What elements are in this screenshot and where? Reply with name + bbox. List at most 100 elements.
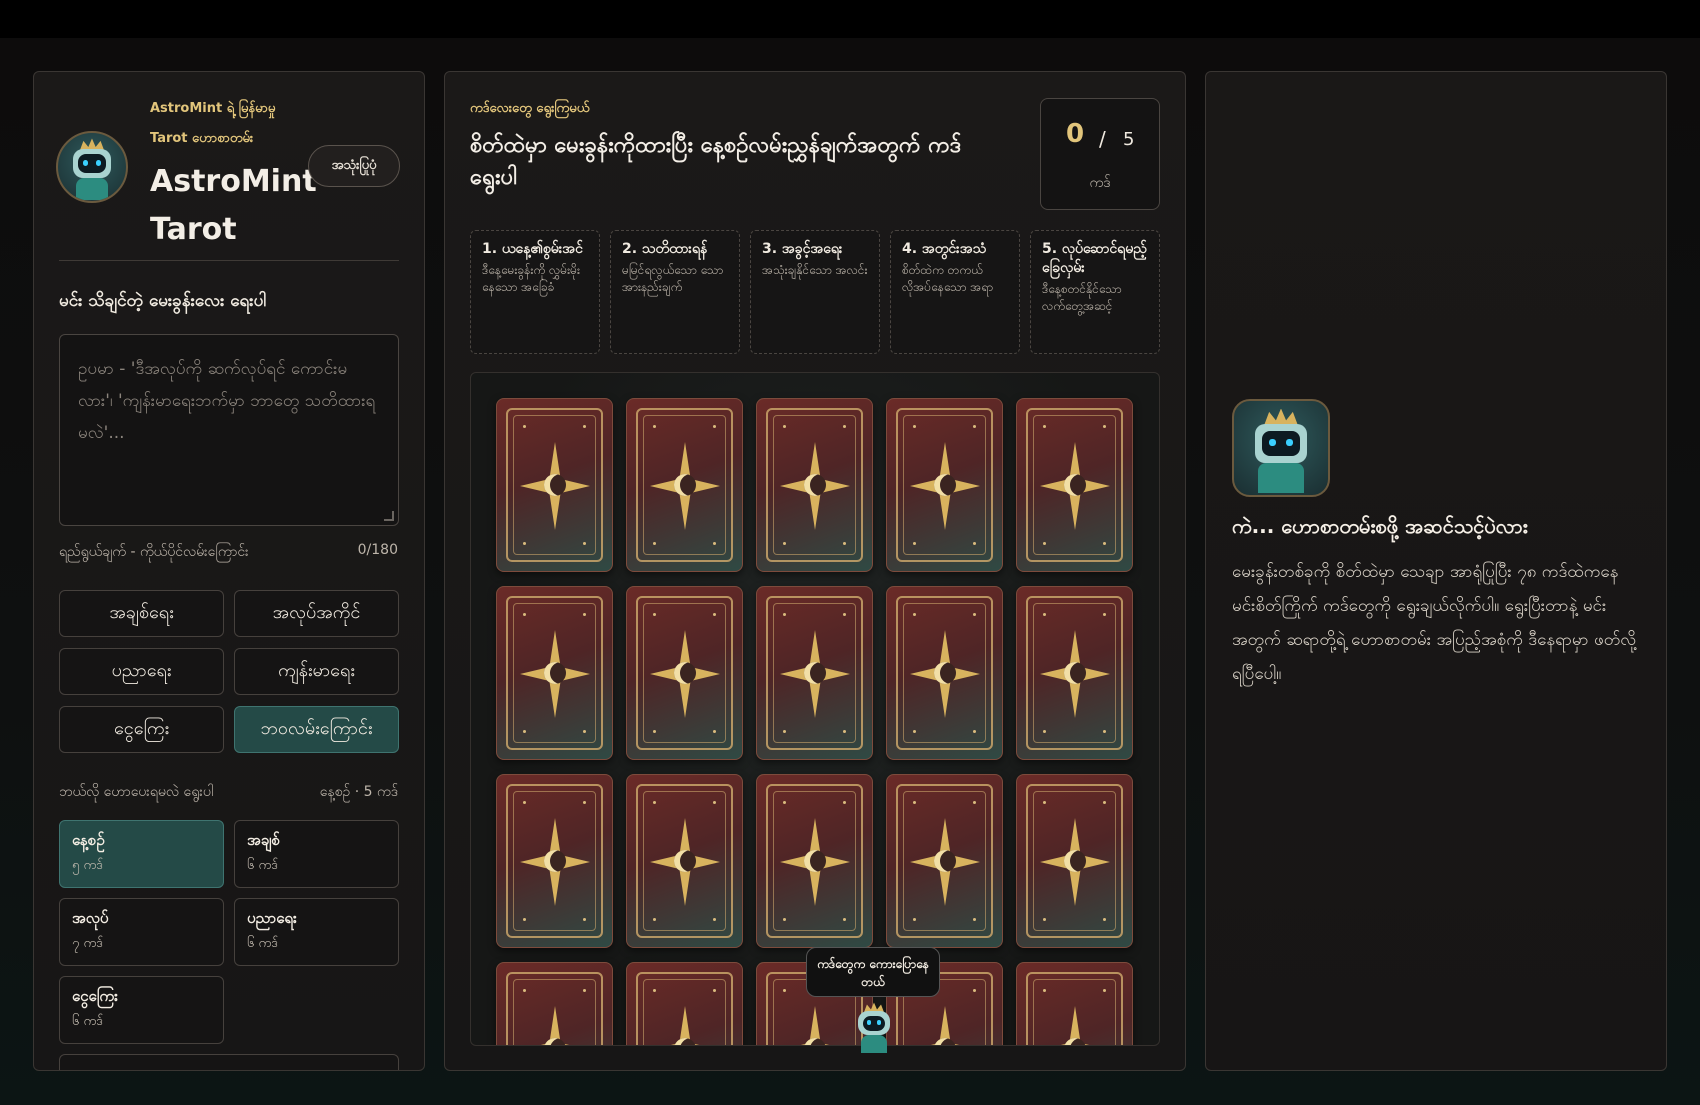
tarot-card-back[interactable]	[496, 398, 613, 572]
spread-count: ၆ ကဒ်	[72, 1014, 103, 1029]
guide-button[interactable]: အသုံးပြုပုံ	[308, 145, 400, 187]
question-label: မင်း သိချင်တဲ့ မေးခွန်းလေး ရေးပါ	[59, 291, 267, 311]
moon-icon	[804, 850, 826, 872]
moon-icon	[934, 850, 956, 872]
topic-button[interactable]: အချစ်ရေး	[59, 590, 224, 637]
tarot-card-back[interactable]	[756, 586, 873, 760]
position-description: စိတ်ထဲက တကယ် လိုအပ်နေသော အရာ	[902, 263, 994, 294]
tarot-card-back[interactable]	[626, 774, 743, 948]
reading-body: မေးခွန်းတစ်ခုကို စိတ်ထဲမှာ သေချာ အာရုံပြ…	[1232, 562, 1637, 684]
spread-name: နေ့စဉ်	[72, 831, 105, 849]
reading-panel: ကဲ... ဟောစာတမ်းစဖို့ အဆင်သင့်ပဲလား မေးခွ…	[1205, 71, 1667, 1071]
tarot-card-back[interactable]	[756, 774, 873, 948]
brand-title: AstroMint Tarot	[150, 164, 317, 247]
spread-count: ၆ ကဒ်	[247, 936, 278, 951]
question-placeholder: ဥပမာ - 'ဒီအလုပ်ကို ဆက်လုပ်ရင် ကောင်းမလား…	[78, 359, 376, 443]
spread-summary: နေ့စဉ် · 5 ကဒ်	[319, 784, 398, 800]
spread-count: ၆ ကဒ်	[247, 858, 278, 873]
spread-option[interactable]: အချစ်၆ ကဒ်	[234, 820, 399, 888]
spread-option[interactable]: ငွေကြေး၆ ကဒ်	[59, 976, 224, 1044]
topic-button[interactable]: အလုပ်အကိုင်	[234, 590, 399, 637]
count-unit: ကဒ်	[1089, 175, 1111, 191]
count-separator: /	[1099, 127, 1106, 151]
tarot-card-back[interactable]	[626, 962, 743, 1045]
moon-icon	[544, 474, 566, 496]
robot-head-icon	[1254, 423, 1308, 464]
position-description: မမြင်ရလွယ်သော သော အားနည်းချက်	[622, 263, 724, 294]
moon-icon	[544, 850, 566, 872]
topic-button[interactable]: ပညာရေး	[59, 648, 224, 695]
topic-button[interactable]: ဘဝလမ်းကြောင်း	[234, 706, 399, 753]
tarot-card-back[interactable]	[1016, 962, 1133, 1045]
astromint-avatar	[56, 131, 128, 203]
partial-option[interactable]	[59, 1054, 399, 1070]
crown-icon	[1264, 408, 1298, 426]
moon-icon	[674, 662, 696, 684]
spread-position: 5. လုပ်ဆောင်ရမည့်ခြေလှမ်းဒီနေ့စတင်နိုင်သ…	[1030, 230, 1160, 354]
resize-handle[interactable]	[384, 511, 394, 521]
question-panel: AstroMint ရဲ့ မြန်မာမှု Tarot ဟောစာတမ်း …	[33, 71, 425, 1071]
tarot-card-back[interactable]	[496, 586, 613, 760]
brand-subtitle-line1: AstroMint ရဲ့ မြန်မာမှု	[150, 101, 276, 116]
position-title: 5. လုပ်ဆောင်ရမည့်ခြေလှမ်း	[1042, 241, 1147, 276]
spread-position: 2. သတိထားရန်မမြင်ရလွယ်သော သော အားနည်းချက…	[610, 230, 740, 354]
robot-head-icon	[72, 149, 112, 178]
spread-count: ၅ ကဒ်	[72, 858, 103, 873]
total-count: 5	[1123, 129, 1135, 150]
reading-title: ကဲ... ဟောစာတမ်းစဖို့ အဆင်သင့်ပဲလား	[1232, 514, 1528, 538]
brand-subtitle-line2: Tarot ဟောစာတမ်း	[150, 131, 254, 146]
tarot-card-back[interactable]	[626, 398, 743, 572]
selected-count: 0	[1066, 119, 1085, 149]
char-count: 0/180	[357, 542, 398, 558]
position-title: 3. အခွင့်အရေး	[762, 241, 843, 257]
moon-icon	[674, 850, 696, 872]
spread-position: 4. အတွင်းအသံစိတ်ထဲက တကယ် လိုအပ်နေသော အရာ	[890, 230, 1020, 354]
tarot-card-back[interactable]	[886, 398, 1003, 572]
reader-avatar	[1232, 399, 1330, 497]
spread-name: ပညာရေး	[247, 909, 297, 927]
tarot-card-back[interactable]	[756, 398, 873, 572]
moon-icon	[934, 662, 956, 684]
spread-label: ဘယ်လို ဟောပေးရမလဲ ရွေးပါ	[59, 784, 214, 800]
moon-icon	[804, 662, 826, 684]
spread-position: 3. အခွင့်အရေးအသုံးချနိုင်သော အလင်း	[750, 230, 880, 354]
shuffle-tooltip: ကဒ်တွေက ကေားပြောနေတယ်	[806, 947, 940, 997]
robot-body-icon	[1258, 463, 1304, 494]
spread-option[interactable]: ပညာရေး၆ ကဒ်	[234, 898, 399, 966]
moon-icon	[1064, 850, 1086, 872]
spread-option[interactable]: အလုပ်၇ ကဒ်	[59, 898, 224, 966]
question-input[interactable]: ဥပမာ - 'ဒီအလုပ်ကို ဆက်လုပ်ရင် ကောင်းမလား…	[59, 334, 399, 526]
tarot-card-back[interactable]	[1016, 774, 1133, 948]
position-description: ဒီနေ့မေးခွန်းကို လွှမ်းမိုးနေသော အခြေခံ	[482, 263, 581, 294]
window-top-bar	[0, 0, 1700, 38]
topic-button[interactable]: ငွေကြေး	[59, 706, 224, 753]
deck-panel: ကဒ်လေးတွေ ရွေးကြမယ် စိတ်ထဲမှာ မေးခွန်းကိ…	[444, 71, 1186, 1071]
moon-icon	[1064, 474, 1086, 496]
tarot-card-back[interactable]	[496, 774, 613, 948]
spread-name: ငွေကြေး	[72, 987, 118, 1005]
tarot-card-back[interactable]	[1016, 398, 1133, 572]
spread-name: အလုပ်	[72, 909, 109, 927]
position-title: 1. ယနေ့၏စွမ်းအင်	[482, 241, 583, 257]
spread-count: ၇ ကဒ်	[72, 936, 103, 951]
spread-option[interactable]: နေ့စဉ်၅ ကဒ်	[59, 820, 224, 888]
divider	[59, 260, 399, 261]
spread-position: 1. ယနေ့၏စွမ်းအင်ဒီနေ့မေးခွန်းကို လွှမ်းမ…	[470, 230, 600, 354]
tarot-card-back[interactable]	[496, 962, 613, 1045]
robot-body-icon	[75, 177, 109, 200]
position-description: အသုံးချနိုင်သော အလင်း	[762, 263, 868, 277]
topic-button[interactable]: ကျန်းမာရေး	[234, 648, 399, 695]
tarot-card-back[interactable]	[886, 586, 1003, 760]
deck-kicker: ကဒ်လေးတွေ ရွေးကြမယ်	[470, 101, 590, 116]
selection-counter: 0 / 5 ကဒ်	[1040, 98, 1160, 210]
mascot-icon[interactable]	[846, 998, 902, 1054]
question-hint: ရည်ရွယ်ချက် - ကိုယ်ပိုင်လမ်းကြောင်း	[59, 544, 249, 560]
position-title: 2. သတိထားရန်	[622, 241, 708, 257]
moon-icon	[1064, 662, 1086, 684]
tarot-card-back[interactable]	[886, 774, 1003, 948]
deck-title: စိတ်ထဲမှာ မေးခွန်းကိုထားပြီး နေ့စဉ်လမ်းည…	[470, 133, 962, 190]
tarot-card-back[interactable]	[1016, 586, 1133, 760]
position-description: ဒီနေ့စတင်နိုင်သော လက်တွေ့အဆင့်	[1042, 282, 1122, 313]
tarot-card-back[interactable]	[626, 586, 743, 760]
position-title: 4. အတွင်းအသံ	[902, 241, 987, 257]
